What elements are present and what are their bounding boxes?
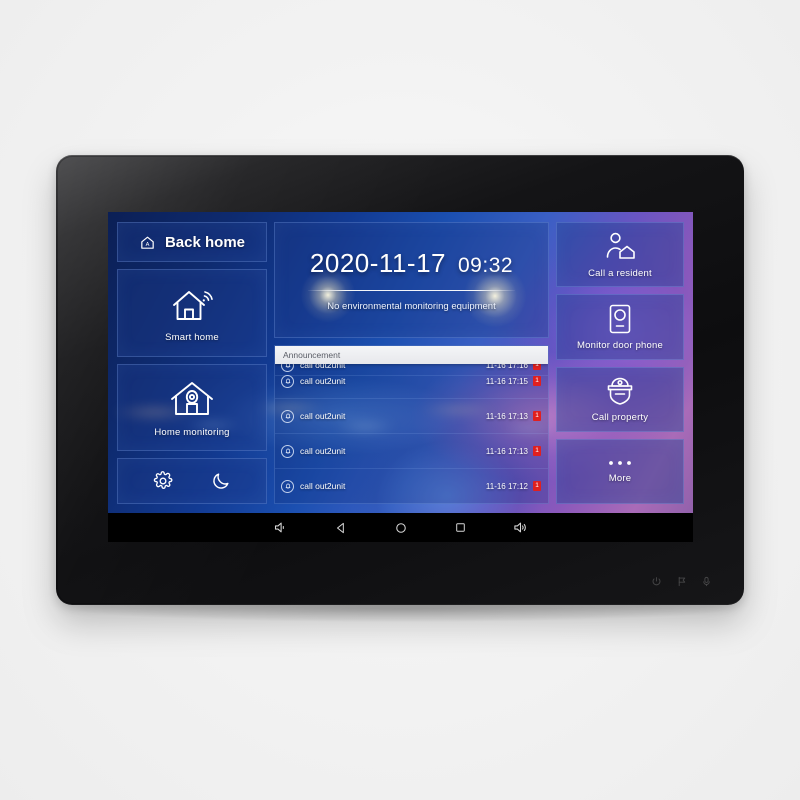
volume-up-button[interactable] (512, 519, 529, 536)
announcement-list[interactable]: call out2unit 11-16 17:16 1 call out2unit 11… (275, 358, 548, 503)
back-button[interactable] (332, 519, 349, 536)
clock-status-panel: 2020-11-17 09:32 No environmental monito… (274, 222, 549, 338)
monitor-door-phone-label: Monitor door phone (577, 339, 663, 351)
unread-badge: 1 (533, 481, 541, 491)
security-cap-icon (603, 375, 637, 407)
person-house-icon (603, 231, 637, 263)
moon-icon[interactable] (211, 471, 231, 491)
call-a-resident-label: Call a resident (588, 267, 652, 279)
clock-row: 2020-11-17 09:32 (310, 248, 513, 279)
recents-button[interactable] (452, 519, 469, 536)
call-a-resident-button[interactable]: Call a resident (556, 222, 684, 288)
home-monitoring-button[interactable]: Home monitoring (117, 363, 267, 451)
announcement-title: call out2unit (300, 446, 346, 456)
indoor-monitor-device: A Back home Smart home Home monitoring 2… (56, 155, 744, 605)
power-icon[interactable] (651, 576, 662, 587)
door-station-icon (607, 303, 633, 335)
center-column: 2020-11-17 09:32 No environmental monito… (274, 222, 549, 504)
touch-screen[interactable]: A Back home Smart home Home monitoring 2… (108, 212, 693, 542)
home-monitoring-label: Home monitoring (154, 427, 230, 439)
announcement-row[interactable]: call out2unit 11-16 17:13 1 (275, 399, 548, 434)
smart-home-label: Smart home (165, 331, 219, 343)
right-action-column: Call a resident Monitor door phone Call … (556, 222, 684, 504)
left-sidebar: A Back home Smart home Home monitoring (117, 222, 267, 504)
volume-down-button[interactable] (272, 519, 289, 536)
screenshot-stage: A Back home Smart home Home monitoring 2… (0, 0, 800, 800)
divider-line (307, 289, 516, 292)
back-home-button[interactable]: A Back home (117, 222, 267, 262)
call-property-label: Call property (591, 412, 649, 424)
announcement-time: 11-16 17:13 (485, 411, 528, 421)
svg-text:A: A (146, 242, 150, 248)
microphone-icon[interactable] (701, 576, 712, 587)
current-date: 2020-11-17 (309, 247, 446, 278)
bell-circle-icon (281, 479, 294, 493)
announcement-title: call out2unit (300, 481, 346, 491)
environment-status-text: No environmental monitoring equipment (327, 301, 496, 313)
call-property-button[interactable]: Call property (556, 366, 684, 432)
announcement-panel: Announcement call out2unit 11-16 17:16 1 ca… (274, 345, 549, 504)
smart-home-button[interactable]: Smart home (117, 269, 267, 357)
unread-badge: 1 (533, 411, 541, 421)
back-home-label: Back home (164, 233, 246, 251)
gear-icon[interactable] (153, 471, 173, 491)
announcement-header: Announcement (275, 346, 548, 364)
home-a-icon: A (139, 234, 156, 251)
monitor-door-phone-button[interactable]: Monitor door phone (556, 294, 684, 360)
bell-circle-icon (281, 374, 294, 388)
announcement-title: call out2unit (300, 411, 346, 421)
bezel-indicator-icons (651, 576, 712, 587)
more-button[interactable]: More (556, 438, 684, 504)
announcement-time: 11-16 17:12 (485, 481, 528, 491)
android-navigation-bar (108, 513, 693, 542)
announcement-row[interactable]: call out2unit 11-16 17:12 1 (275, 469, 548, 503)
more-label: More (608, 473, 632, 485)
bell-circle-icon (281, 444, 294, 458)
home-button[interactable] (392, 519, 409, 536)
current-time: 09:32 (458, 253, 514, 277)
bell-circle-icon (281, 409, 294, 423)
house-wifi-icon (168, 283, 216, 327)
unread-badge: 1 (533, 376, 541, 386)
unread-badge: 1 (533, 446, 541, 456)
announcement-time: 11-16 17:13 (485, 446, 528, 456)
announcement-time: 11-16 17:15 (485, 376, 528, 386)
announcement-row[interactable]: call out2unit 11-16 17:13 1 (275, 434, 548, 469)
house-camera-icon (166, 376, 218, 422)
quick-actions-bar (117, 458, 267, 504)
home-screen-ui: A Back home Smart home Home monitoring 2… (108, 212, 693, 513)
announcement-title: call out2unit (300, 376, 346, 386)
ellipsis-icon (605, 458, 635, 468)
unlock-door-icon[interactable] (676, 576, 687, 587)
